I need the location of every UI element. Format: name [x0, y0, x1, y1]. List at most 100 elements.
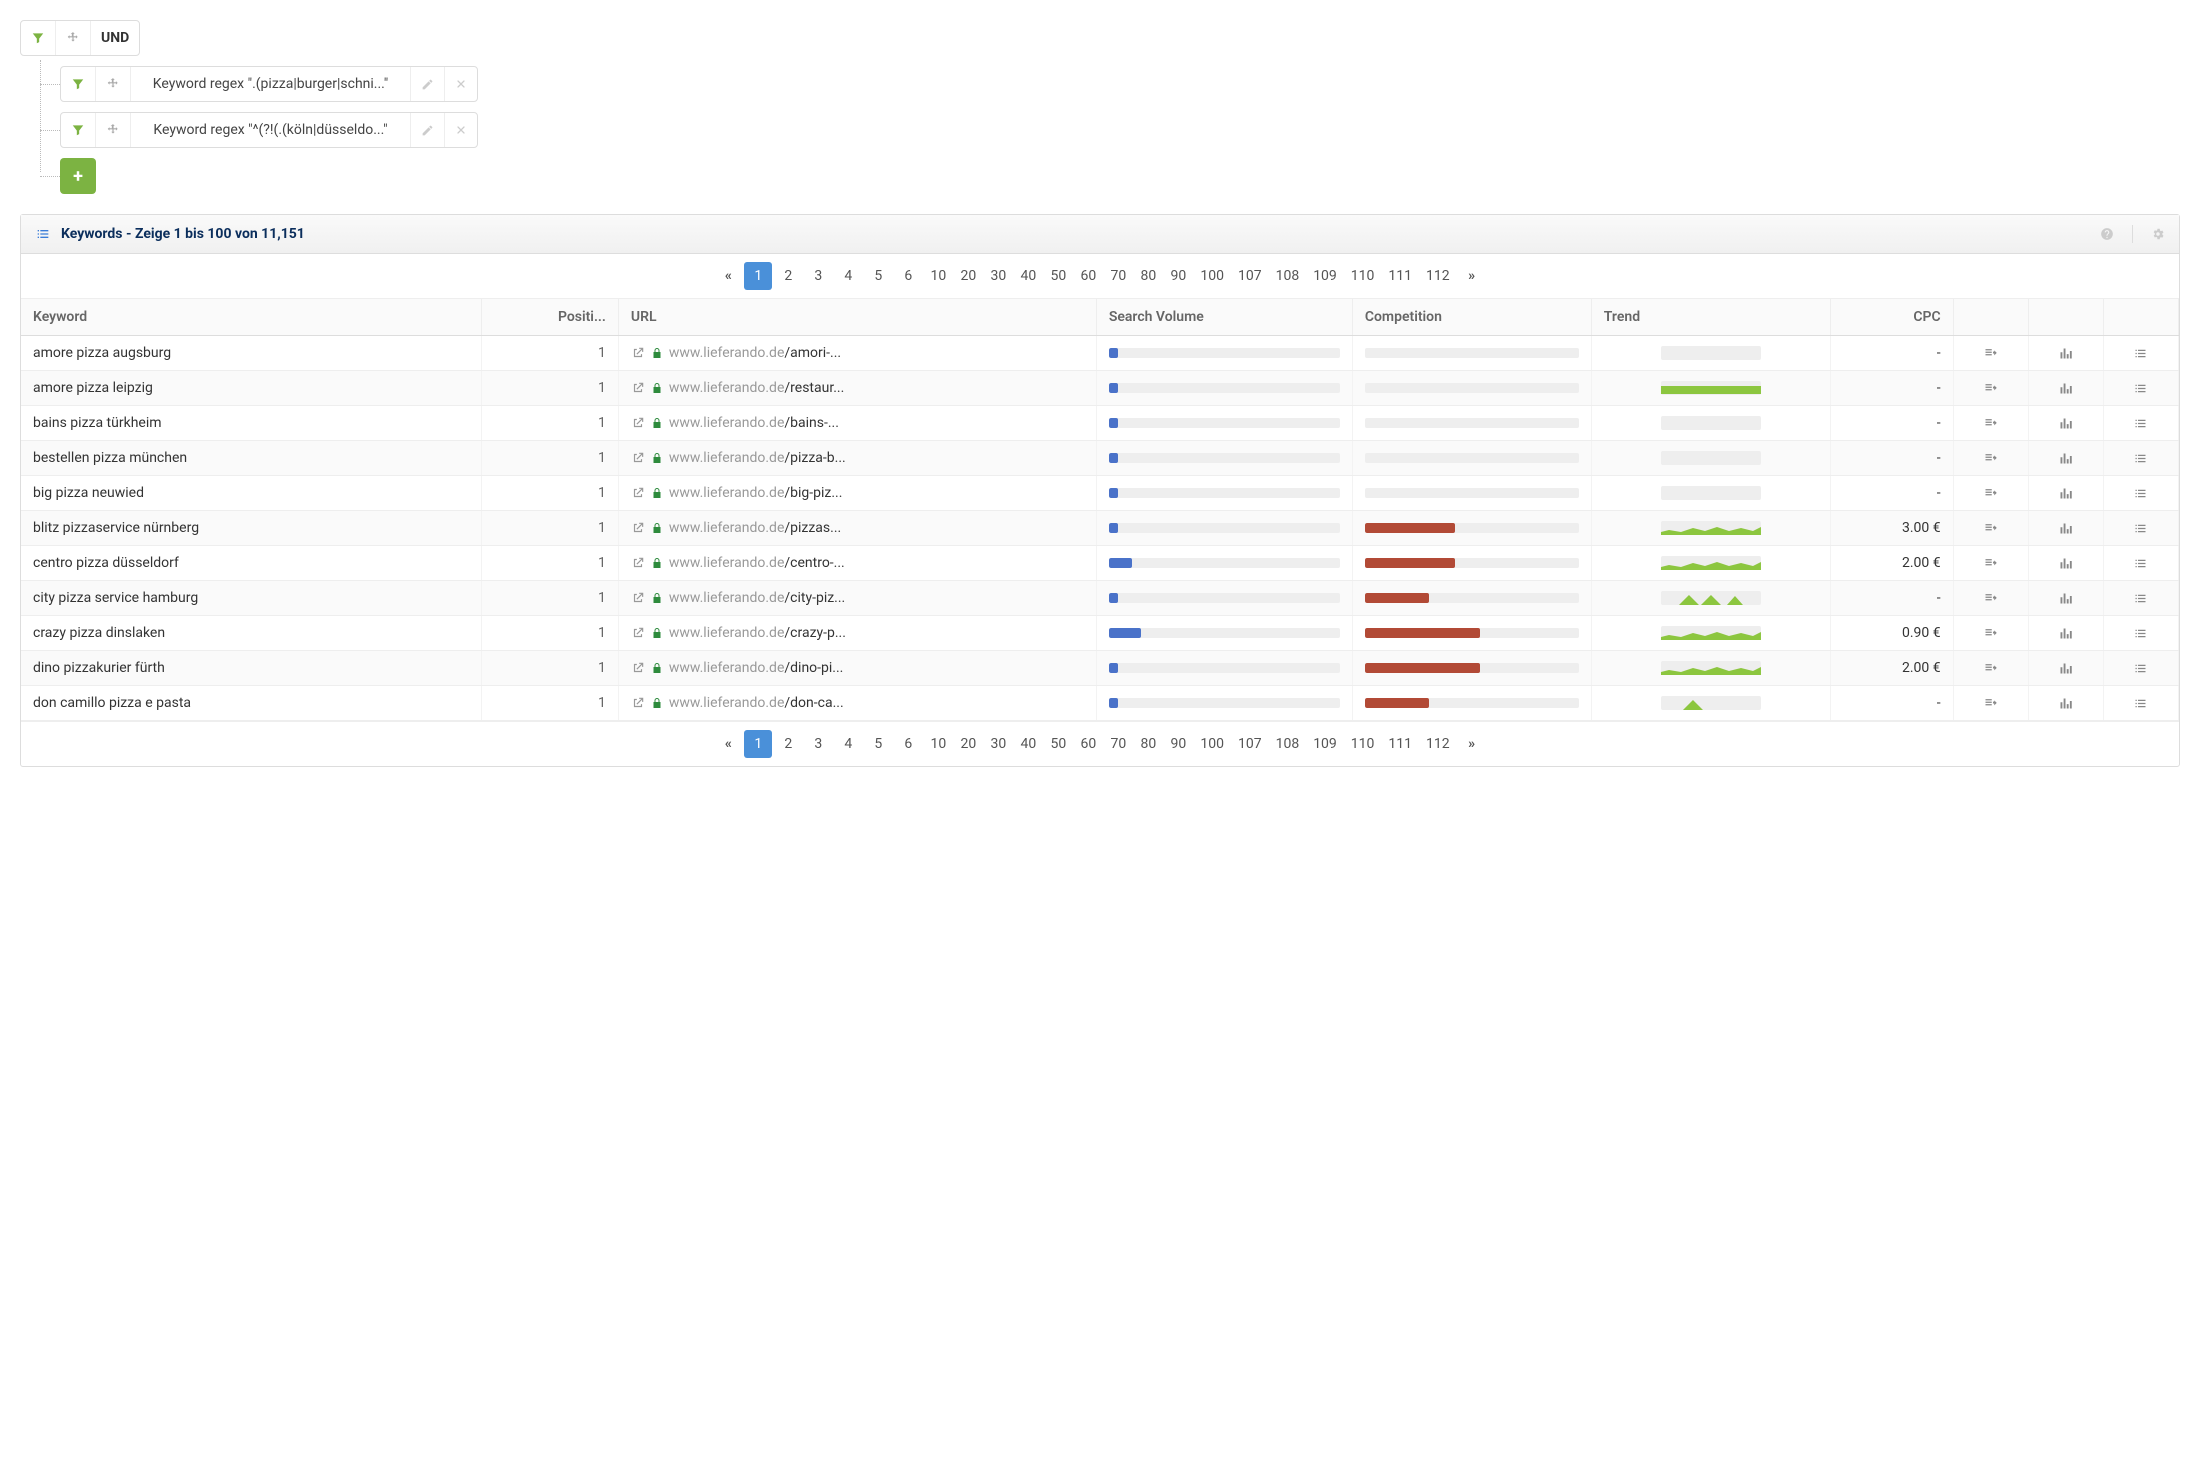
- col-competition[interactable]: Competition: [1352, 299, 1591, 336]
- external-link-icon[interactable]: [631, 556, 645, 570]
- row-action-list[interactable]: [2103, 616, 2178, 651]
- row-action-serp[interactable]: [1953, 476, 2028, 511]
- pagination-prev[interactable]: «: [714, 262, 742, 290]
- pagination-page[interactable]: 1: [744, 730, 772, 758]
- row-action-chart[interactable]: [2028, 651, 2103, 686]
- pagination-page[interactable]: 30: [984, 730, 1012, 758]
- pagination-page[interactable]: 2: [774, 730, 802, 758]
- external-link-icon[interactable]: [631, 451, 645, 465]
- row-action-serp[interactable]: [1953, 546, 2028, 581]
- external-link-icon[interactable]: [631, 696, 645, 710]
- row-action-list[interactable]: [2103, 686, 2178, 721]
- pagination-page[interactable]: 3: [804, 730, 832, 758]
- pagination-page[interactable]: 107: [1232, 262, 1268, 290]
- external-link-icon[interactable]: [631, 626, 645, 640]
- row-action-chart[interactable]: [2028, 581, 2103, 616]
- gear-icon[interactable]: [2151, 227, 2165, 241]
- row-action-list[interactable]: [2103, 581, 2178, 616]
- row-action-serp[interactable]: [1953, 616, 2028, 651]
- external-link-icon[interactable]: [631, 381, 645, 395]
- pagination-page[interactable]: 6: [894, 262, 922, 290]
- row-action-chart[interactable]: [2028, 476, 2103, 511]
- pagination-page[interactable]: 1: [744, 262, 772, 290]
- external-link-icon[interactable]: [631, 416, 645, 430]
- col-keyword[interactable]: Keyword: [21, 299, 482, 336]
- row-action-serp[interactable]: [1953, 406, 2028, 441]
- pagination-page[interactable]: 112: [1420, 730, 1456, 758]
- pagination-next[interactable]: »: [1458, 262, 1486, 290]
- cell-keyword[interactable]: centro pizza düsseldorf: [21, 546, 482, 581]
- pencil-icon[interactable]: [411, 67, 445, 101]
- pagination-page[interactable]: 80: [1134, 262, 1162, 290]
- row-action-serp[interactable]: [1953, 336, 2028, 371]
- pagination-page[interactable]: 40: [1014, 262, 1042, 290]
- external-link-icon[interactable]: [631, 346, 645, 360]
- row-action-chart[interactable]: [2028, 371, 2103, 406]
- pagination-page[interactable]: 110: [1345, 730, 1381, 758]
- col-volume[interactable]: Search Volume: [1096, 299, 1352, 336]
- pagination-page[interactable]: 90: [1164, 730, 1192, 758]
- row-action-chart[interactable]: [2028, 546, 2103, 581]
- col-trend[interactable]: Trend: [1591, 299, 1830, 336]
- cell-keyword[interactable]: dino pizzakurier fürth: [21, 651, 482, 686]
- filter-operator[interactable]: UND: [91, 21, 139, 55]
- help-icon[interactable]: [2100, 227, 2114, 241]
- pagination-page[interactable]: 100: [1194, 262, 1230, 290]
- row-action-serp[interactable]: [1953, 441, 2028, 476]
- col-cpc[interactable]: CPC: [1830, 299, 1953, 336]
- filter-rule[interactable]: Keyword regex "^(?!(.(köln|düsseldo...": [60, 112, 478, 148]
- pagination-page[interactable]: 5: [864, 730, 892, 758]
- cell-url[interactable]: www.lieferando.de/centro-...: [618, 546, 1096, 581]
- pagination-page[interactable]: 108: [1270, 262, 1306, 290]
- row-action-serp[interactable]: [1953, 581, 2028, 616]
- row-action-chart[interactable]: [2028, 686, 2103, 721]
- row-action-serp[interactable]: [1953, 651, 2028, 686]
- cell-keyword[interactable]: amore pizza leipzig: [21, 371, 482, 406]
- cell-url[interactable]: www.lieferando.de/city-piz...: [618, 581, 1096, 616]
- row-action-list[interactable]: [2103, 546, 2178, 581]
- pencil-icon[interactable]: [411, 113, 445, 147]
- close-icon[interactable]: [445, 67, 477, 101]
- cell-url[interactable]: www.lieferando.de/dino-pi...: [618, 651, 1096, 686]
- add-filter-button[interactable]: +: [60, 158, 96, 194]
- pagination-page[interactable]: 4: [834, 262, 862, 290]
- pagination-prev[interactable]: «: [714, 730, 742, 758]
- pagination-page[interactable]: 90: [1164, 262, 1192, 290]
- pagination-page[interactable]: 110: [1345, 262, 1381, 290]
- row-action-serp[interactable]: [1953, 686, 2028, 721]
- row-action-list[interactable]: [2103, 511, 2178, 546]
- row-action-list[interactable]: [2103, 371, 2178, 406]
- pagination-page[interactable]: 20: [954, 262, 982, 290]
- pagination-page[interactable]: 108: [1270, 730, 1306, 758]
- pagination-page[interactable]: 60: [1074, 262, 1102, 290]
- row-action-list[interactable]: [2103, 406, 2178, 441]
- pagination-page[interactable]: 70: [1104, 730, 1132, 758]
- cell-keyword[interactable]: bestellen pizza münchen: [21, 441, 482, 476]
- pagination-page[interactable]: 20: [954, 730, 982, 758]
- row-action-chart[interactable]: [2028, 336, 2103, 371]
- col-position[interactable]: Positi...: [482, 299, 619, 336]
- pagination-page[interactable]: 80: [1134, 730, 1162, 758]
- pagination-page[interactable]: 4: [834, 730, 862, 758]
- pagination-page[interactable]: 40: [1014, 730, 1042, 758]
- filter-rule[interactable]: Keyword regex ".(pizza|burger|schni...": [60, 66, 478, 102]
- row-action-chart[interactable]: [2028, 511, 2103, 546]
- pagination-page[interactable]: 70: [1104, 262, 1132, 290]
- cell-keyword[interactable]: crazy pizza dinslaken: [21, 616, 482, 651]
- cell-keyword[interactable]: don camillo pizza e pasta: [21, 686, 482, 721]
- col-url[interactable]: URL: [618, 299, 1096, 336]
- cell-url[interactable]: www.lieferando.de/pizzas...: [618, 511, 1096, 546]
- pagination-page[interactable]: 60: [1074, 730, 1102, 758]
- row-action-list[interactable]: [2103, 441, 2178, 476]
- pagination-page[interactable]: 3: [804, 262, 832, 290]
- pagination-next[interactable]: »: [1458, 730, 1486, 758]
- row-action-chart[interactable]: [2028, 616, 2103, 651]
- cell-keyword[interactable]: blitz pizzaservice nürnberg: [21, 511, 482, 546]
- cell-keyword[interactable]: big pizza neuwied: [21, 476, 482, 511]
- pagination-page[interactable]: 5: [864, 262, 892, 290]
- external-link-icon[interactable]: [631, 661, 645, 675]
- pagination-page[interactable]: 50: [1044, 730, 1072, 758]
- row-action-list[interactable]: [2103, 336, 2178, 371]
- pagination-page[interactable]: 111: [1382, 262, 1418, 290]
- external-link-icon[interactable]: [631, 521, 645, 535]
